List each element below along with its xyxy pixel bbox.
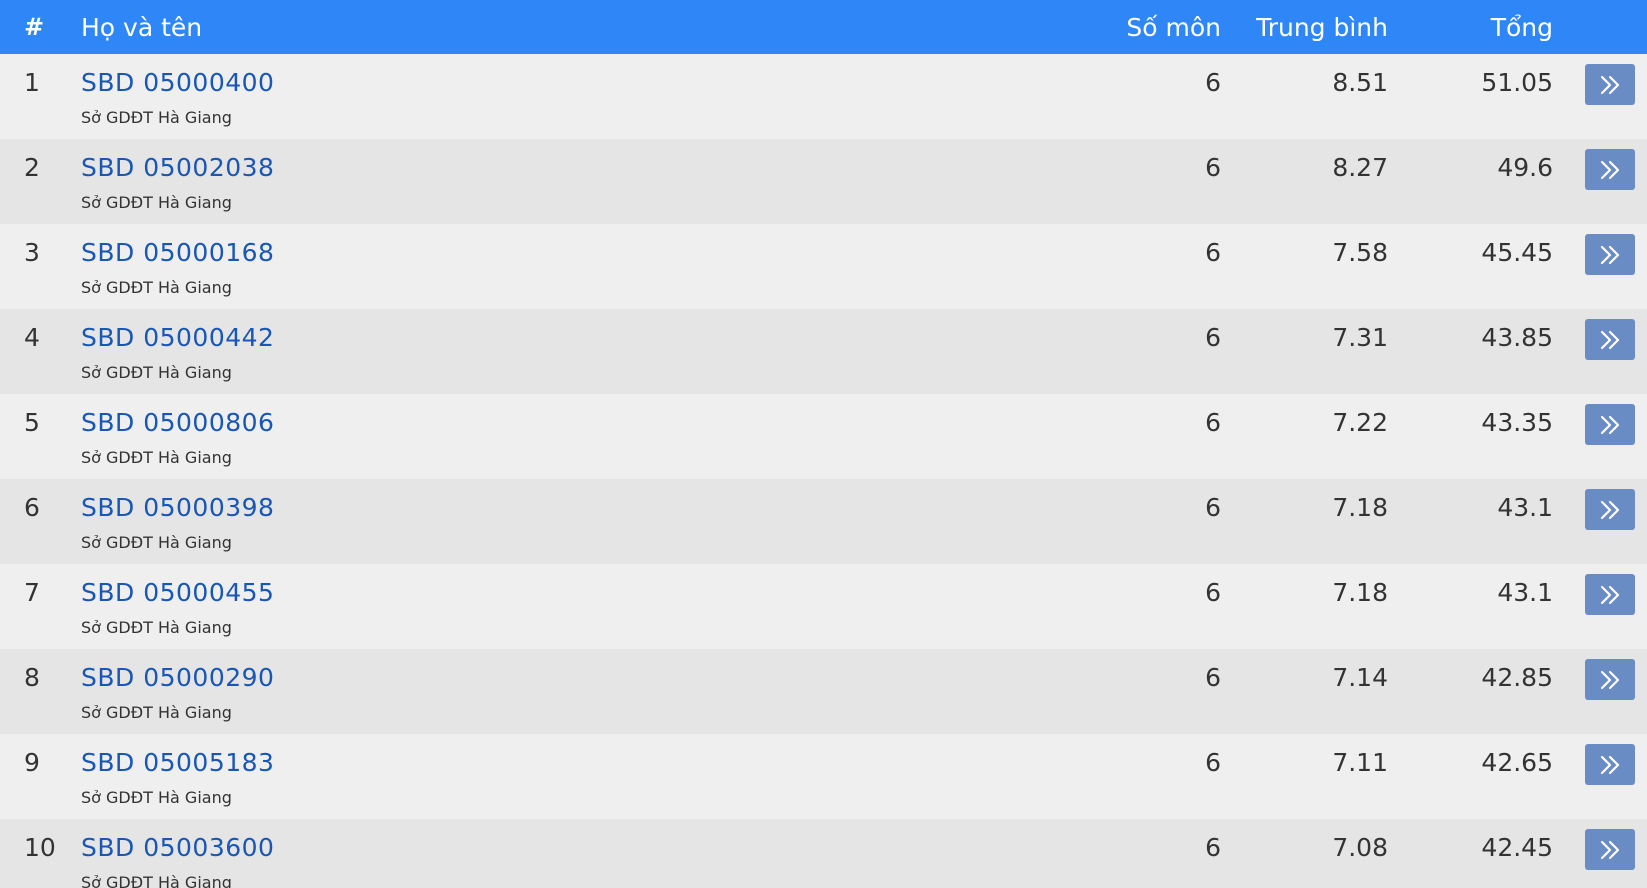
row-average: 7.22 bbox=[1332, 408, 1388, 437]
candidate-link[interactable]: SBD 05000290 bbox=[81, 663, 274, 692]
double-chevron-right-icon bbox=[1600, 840, 1620, 859]
double-chevron-right-icon bbox=[1600, 245, 1620, 264]
row-average: 7.11 bbox=[1332, 748, 1388, 777]
row-average: 7.58 bbox=[1332, 238, 1388, 267]
table-body: 1 SBD 05000400 Sở GDĐT Hà Giang 6 8.51 5… bbox=[0, 54, 1647, 888]
row-average: 7.18 bbox=[1332, 578, 1388, 607]
view-detail-button[interactable] bbox=[1585, 489, 1635, 530]
row-average: 7.08 bbox=[1332, 833, 1388, 862]
double-chevron-right-icon bbox=[1600, 670, 1620, 689]
row-rank: 7 bbox=[24, 578, 40, 607]
header-subject-count: Số môn bbox=[1126, 13, 1221, 42]
table-row: 9 SBD 05005183 Sở GDĐT Hà Giang 6 7.11 4… bbox=[0, 734, 1647, 819]
double-chevron-right-icon bbox=[1600, 160, 1620, 179]
row-subject-count: 6 bbox=[1205, 833, 1221, 862]
row-subject-count: 6 bbox=[1205, 323, 1221, 352]
double-chevron-right-icon bbox=[1600, 500, 1620, 519]
row-subject-count: 6 bbox=[1205, 408, 1221, 437]
row-rank: 2 bbox=[24, 153, 40, 182]
row-subject-count: 6 bbox=[1205, 493, 1221, 522]
double-chevron-right-icon bbox=[1600, 585, 1620, 604]
row-subject-count: 6 bbox=[1205, 748, 1221, 777]
double-chevron-right-icon bbox=[1600, 330, 1620, 349]
row-rank: 6 bbox=[24, 493, 40, 522]
row-subject-count: 6 bbox=[1205, 238, 1221, 267]
candidate-org: Sở GDĐT Hà Giang bbox=[81, 618, 232, 637]
table-row: 7 SBD 05000455 Sở GDĐT Hà Giang 6 7.18 4… bbox=[0, 564, 1647, 649]
candidate-link[interactable]: SBD 05000400 bbox=[81, 68, 274, 97]
view-detail-button[interactable] bbox=[1585, 64, 1635, 105]
table-row: 2 SBD 05002038 Sở GDĐT Hà Giang 6 8.27 4… bbox=[0, 139, 1647, 224]
double-chevron-right-icon bbox=[1600, 755, 1620, 774]
row-total: 43.1 bbox=[1497, 578, 1553, 607]
table-row: 3 SBD 05000168 Sở GDĐT Hà Giang 6 7.58 4… bbox=[0, 224, 1647, 309]
view-detail-button[interactable] bbox=[1585, 829, 1635, 870]
candidate-link[interactable]: SBD 05002038 bbox=[81, 153, 274, 182]
view-detail-button[interactable] bbox=[1585, 149, 1635, 190]
table-row: 4 SBD 05000442 Sở GDĐT Hà Giang 6 7.31 4… bbox=[0, 309, 1647, 394]
row-rank: 4 bbox=[24, 323, 40, 352]
header-rank: # bbox=[24, 13, 45, 41]
candidate-link[interactable]: SBD 05000442 bbox=[81, 323, 274, 352]
candidate-org: Sở GDĐT Hà Giang bbox=[81, 363, 232, 382]
row-average: 7.18 bbox=[1332, 493, 1388, 522]
view-detail-button[interactable] bbox=[1585, 659, 1635, 700]
row-total: 42.45 bbox=[1481, 833, 1553, 862]
candidate-link[interactable]: SBD 05000806 bbox=[81, 408, 274, 437]
view-detail-button[interactable] bbox=[1585, 234, 1635, 275]
row-total: 43.35 bbox=[1481, 408, 1553, 437]
table-row: 8 SBD 05000290 Sở GDĐT Hà Giang 6 7.14 4… bbox=[0, 649, 1647, 734]
table-header: # Họ và tên Số môn Trung bình Tổng bbox=[0, 0, 1647, 54]
row-rank: 9 bbox=[24, 748, 40, 777]
row-subject-count: 6 bbox=[1205, 578, 1221, 607]
candidate-link[interactable]: SBD 05000398 bbox=[81, 493, 274, 522]
double-chevron-right-icon bbox=[1600, 75, 1620, 94]
row-rank: 3 bbox=[24, 238, 40, 267]
row-total: 42.65 bbox=[1481, 748, 1553, 777]
ranking-table: # Họ và tên Số môn Trung bình Tổng 1 SBD… bbox=[0, 0, 1647, 888]
view-detail-button[interactable] bbox=[1585, 319, 1635, 360]
candidate-link[interactable]: SBD 05000455 bbox=[81, 578, 274, 607]
row-total: 51.05 bbox=[1481, 68, 1553, 97]
view-detail-button[interactable] bbox=[1585, 744, 1635, 785]
row-rank: 1 bbox=[24, 68, 40, 97]
row-rank: 10 bbox=[24, 833, 56, 862]
candidate-org: Sở GDĐT Hà Giang bbox=[81, 193, 232, 212]
row-average: 7.14 bbox=[1332, 663, 1388, 692]
candidate-org: Sở GDĐT Hà Giang bbox=[81, 533, 232, 552]
candidate-link[interactable]: SBD 05000168 bbox=[81, 238, 274, 267]
header-name: Họ và tên bbox=[81, 13, 203, 42]
row-rank: 5 bbox=[24, 408, 40, 437]
row-total: 49.6 bbox=[1497, 153, 1553, 182]
row-average: 8.51 bbox=[1332, 68, 1388, 97]
row-total: 42.85 bbox=[1481, 663, 1553, 692]
table-row: 10 SBD 05003600 Sở GDĐT Hà Giang 6 7.08 … bbox=[0, 819, 1647, 888]
row-rank: 8 bbox=[24, 663, 40, 692]
row-total: 45.45 bbox=[1481, 238, 1553, 267]
candidate-link[interactable]: SBD 05003600 bbox=[81, 833, 274, 862]
row-total: 43.85 bbox=[1481, 323, 1553, 352]
candidate-org: Sở GDĐT Hà Giang bbox=[81, 703, 232, 722]
candidate-org: Sở GDĐT Hà Giang bbox=[81, 108, 232, 127]
header-average: Trung bình bbox=[1256, 13, 1388, 42]
double-chevron-right-icon bbox=[1600, 415, 1620, 434]
row-subject-count: 6 bbox=[1205, 663, 1221, 692]
row-subject-count: 6 bbox=[1205, 153, 1221, 182]
view-detail-button[interactable] bbox=[1585, 574, 1635, 615]
view-detail-button[interactable] bbox=[1585, 404, 1635, 445]
table-row: 1 SBD 05000400 Sở GDĐT Hà Giang 6 8.51 5… bbox=[0, 54, 1647, 139]
table-row: 6 SBD 05000398 Sở GDĐT Hà Giang 6 7.18 4… bbox=[0, 479, 1647, 564]
row-average: 8.27 bbox=[1332, 153, 1388, 182]
candidate-org: Sở GDĐT Hà Giang bbox=[81, 873, 232, 888]
candidate-link[interactable]: SBD 05005183 bbox=[81, 748, 274, 777]
candidate-org: Sở GDĐT Hà Giang bbox=[81, 788, 232, 807]
candidate-org: Sở GDĐT Hà Giang bbox=[81, 278, 232, 297]
row-average: 7.31 bbox=[1332, 323, 1388, 352]
candidate-org: Sở GDĐT Hà Giang bbox=[81, 448, 232, 467]
table-row: 5 SBD 05000806 Sở GDĐT Hà Giang 6 7.22 4… bbox=[0, 394, 1647, 479]
row-subject-count: 6 bbox=[1205, 68, 1221, 97]
header-total: Tổng bbox=[1490, 13, 1553, 42]
row-total: 43.1 bbox=[1497, 493, 1553, 522]
